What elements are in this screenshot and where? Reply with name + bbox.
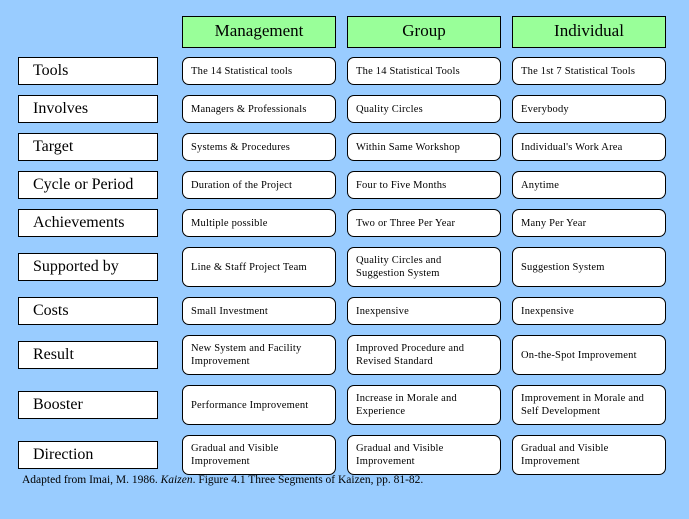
- row-label: Tools: [18, 57, 158, 85]
- row-label-cell: Costs: [18, 294, 158, 332]
- cell-individual-text: On-the-Spot Improvement: [512, 335, 666, 375]
- footnote-book-title: Kaizen: [160, 474, 193, 486]
- table-row: Costs Small Investment Inexpensive Inexp…: [0, 294, 689, 332]
- cell-individual-text: Gradual and Visible Improvement: [512, 435, 666, 475]
- row-label-cell: Achievements: [18, 206, 158, 244]
- cell-management-text: Gradual and Visible Improvement: [182, 435, 336, 475]
- cell-management: Duration of the Project: [182, 168, 336, 206]
- row-label-cell: Involves: [18, 92, 158, 130]
- cell-management-text: Systems & Procedures: [182, 133, 336, 161]
- cell-management-text: Duration of the Project: [182, 171, 336, 199]
- cell-individual-text: Individual's Work Area: [512, 133, 666, 161]
- cell-management-text: The 14 Statistical tools: [182, 57, 336, 85]
- cell-group: Quality Circles and Suggestion System: [347, 244, 501, 294]
- header-corner-spacer: [18, 16, 158, 48]
- cell-individual: Anytime: [512, 168, 666, 206]
- row-label-cell: Supported by: [18, 244, 158, 294]
- cell-individual: Inexpensive: [512, 294, 666, 332]
- column-header-individual-label: Individual: [512, 16, 666, 48]
- column-header-group: Group: [347, 16, 501, 48]
- table-row: Cycle or Period Duration of the Project …: [0, 168, 689, 206]
- row-label: Costs: [18, 297, 158, 325]
- cell-group-text: Within Same Workshop: [347, 133, 501, 161]
- cell-management: Systems & Procedures: [182, 130, 336, 168]
- table-row: Involves Managers & Professionals Qualit…: [0, 92, 689, 130]
- row-label-cell: Target: [18, 130, 158, 168]
- row-label-cell: Cycle or Period: [18, 168, 158, 206]
- table-row: Achievements Multiple possible Two or Th…: [0, 206, 689, 244]
- cell-group: Four to Five Months: [347, 168, 501, 206]
- cell-group-text: The 14 Statistical Tools: [347, 57, 501, 85]
- row-label: Result: [18, 341, 158, 369]
- cell-group-text: Increase in Morale and Experience: [347, 385, 501, 425]
- row-label-cell: Booster: [18, 382, 158, 432]
- cell-management: Managers & Professionals: [182, 92, 336, 130]
- table-row: Supported by Line & Staff Project Team Q…: [0, 244, 689, 294]
- cell-management-text: Managers & Professionals: [182, 95, 336, 123]
- cell-group: Within Same Workshop: [347, 130, 501, 168]
- cell-group: Improved Procedure and Revised Standard: [347, 332, 501, 382]
- table-row: Result New System and Facility Improveme…: [0, 332, 689, 382]
- cell-management: Performance Improvement: [182, 382, 336, 432]
- footnote-part-2: . Figure 4.1 Three Segments of Kaizen, p…: [192, 474, 424, 486]
- cell-management-text: New System and Facility Improvement: [182, 335, 336, 375]
- row-label: Supported by: [18, 253, 158, 281]
- table-row: Tools The 14 Statistical tools The 14 St…: [0, 54, 689, 92]
- cell-group: Increase in Morale and Experience: [347, 382, 501, 432]
- cell-group-text: Gradual and Visible Improvement: [347, 435, 501, 475]
- cell-group-text: Two or Three Per Year: [347, 209, 501, 237]
- column-header-individual: Individual: [512, 16, 666, 48]
- cell-individual: Suggestion System: [512, 244, 666, 294]
- row-label: Target: [18, 133, 158, 161]
- cell-individual-text: Anytime: [512, 171, 666, 199]
- cell-individual: Everybody: [512, 92, 666, 130]
- row-label-cell: Tools: [18, 54, 158, 92]
- cell-individual-text: The 1st 7 Statistical Tools: [512, 57, 666, 85]
- column-header-management-label: Management: [182, 16, 336, 48]
- source-footnote: Adapted from Imai, M. 1986. Kaizen. Figu…: [22, 474, 672, 486]
- cell-individual: Improvement in Morale and Self Developme…: [512, 382, 666, 432]
- cell-individual-text: Improvement in Morale and Self Developme…: [512, 385, 666, 425]
- row-label-cell: Result: [18, 332, 158, 382]
- cell-management: Small Investment: [182, 294, 336, 332]
- cell-management-text: Small Investment: [182, 297, 336, 325]
- row-label: Direction: [18, 441, 158, 469]
- row-label: Booster: [18, 391, 158, 419]
- cell-group-text: Inexpensive: [347, 297, 501, 325]
- table-row: Booster Performance Improvement Increase…: [0, 382, 689, 432]
- cell-management-text: Performance Improvement: [182, 385, 336, 425]
- kaizen-three-segments-diagram: Management Group Individual Tools The 14…: [0, 0, 689, 519]
- cell-group-text: Quality Circles and Suggestion System: [347, 247, 501, 287]
- cell-group-text: Four to Five Months: [347, 171, 501, 199]
- cell-individual: Many Per Year: [512, 206, 666, 244]
- diagram-grid: Management Group Individual Tools The 14…: [0, 0, 689, 482]
- cell-group: The 14 Statistical Tools: [347, 54, 501, 92]
- cell-management-text: Line & Staff Project Team: [182, 247, 336, 287]
- cell-individual: Individual's Work Area: [512, 130, 666, 168]
- cell-individual-text: Many Per Year: [512, 209, 666, 237]
- cell-group-text: Quality Circles: [347, 95, 501, 123]
- footnote-part-1: Adapted from Imai, M. 1986.: [22, 474, 161, 486]
- table-row: Target Systems & Procedures Within Same …: [0, 130, 689, 168]
- row-label: Involves: [18, 95, 158, 123]
- cell-management: Multiple possible: [182, 206, 336, 244]
- cell-individual-text: Everybody: [512, 95, 666, 123]
- row-label: Achievements: [18, 209, 158, 237]
- cell-group: Inexpensive: [347, 294, 501, 332]
- cell-individual: The 1st 7 Statistical Tools: [512, 54, 666, 92]
- cell-group: Quality Circles: [347, 92, 501, 130]
- column-header-row: Management Group Individual: [0, 0, 689, 54]
- cell-group-text: Improved Procedure and Revised Standard: [347, 335, 501, 375]
- cell-group: Two or Three Per Year: [347, 206, 501, 244]
- column-header-group-label: Group: [347, 16, 501, 48]
- cell-management-text: Multiple possible: [182, 209, 336, 237]
- cell-individual-text: Suggestion System: [512, 247, 666, 287]
- cell-individual: On-the-Spot Improvement: [512, 332, 666, 382]
- cell-management: The 14 Statistical tools: [182, 54, 336, 92]
- row-label: Cycle or Period: [18, 171, 158, 199]
- cell-management: New System and Facility Improvement: [182, 332, 336, 382]
- column-header-management: Management: [182, 16, 336, 48]
- cell-management: Line & Staff Project Team: [182, 244, 336, 294]
- cell-individual-text: Inexpensive: [512, 297, 666, 325]
